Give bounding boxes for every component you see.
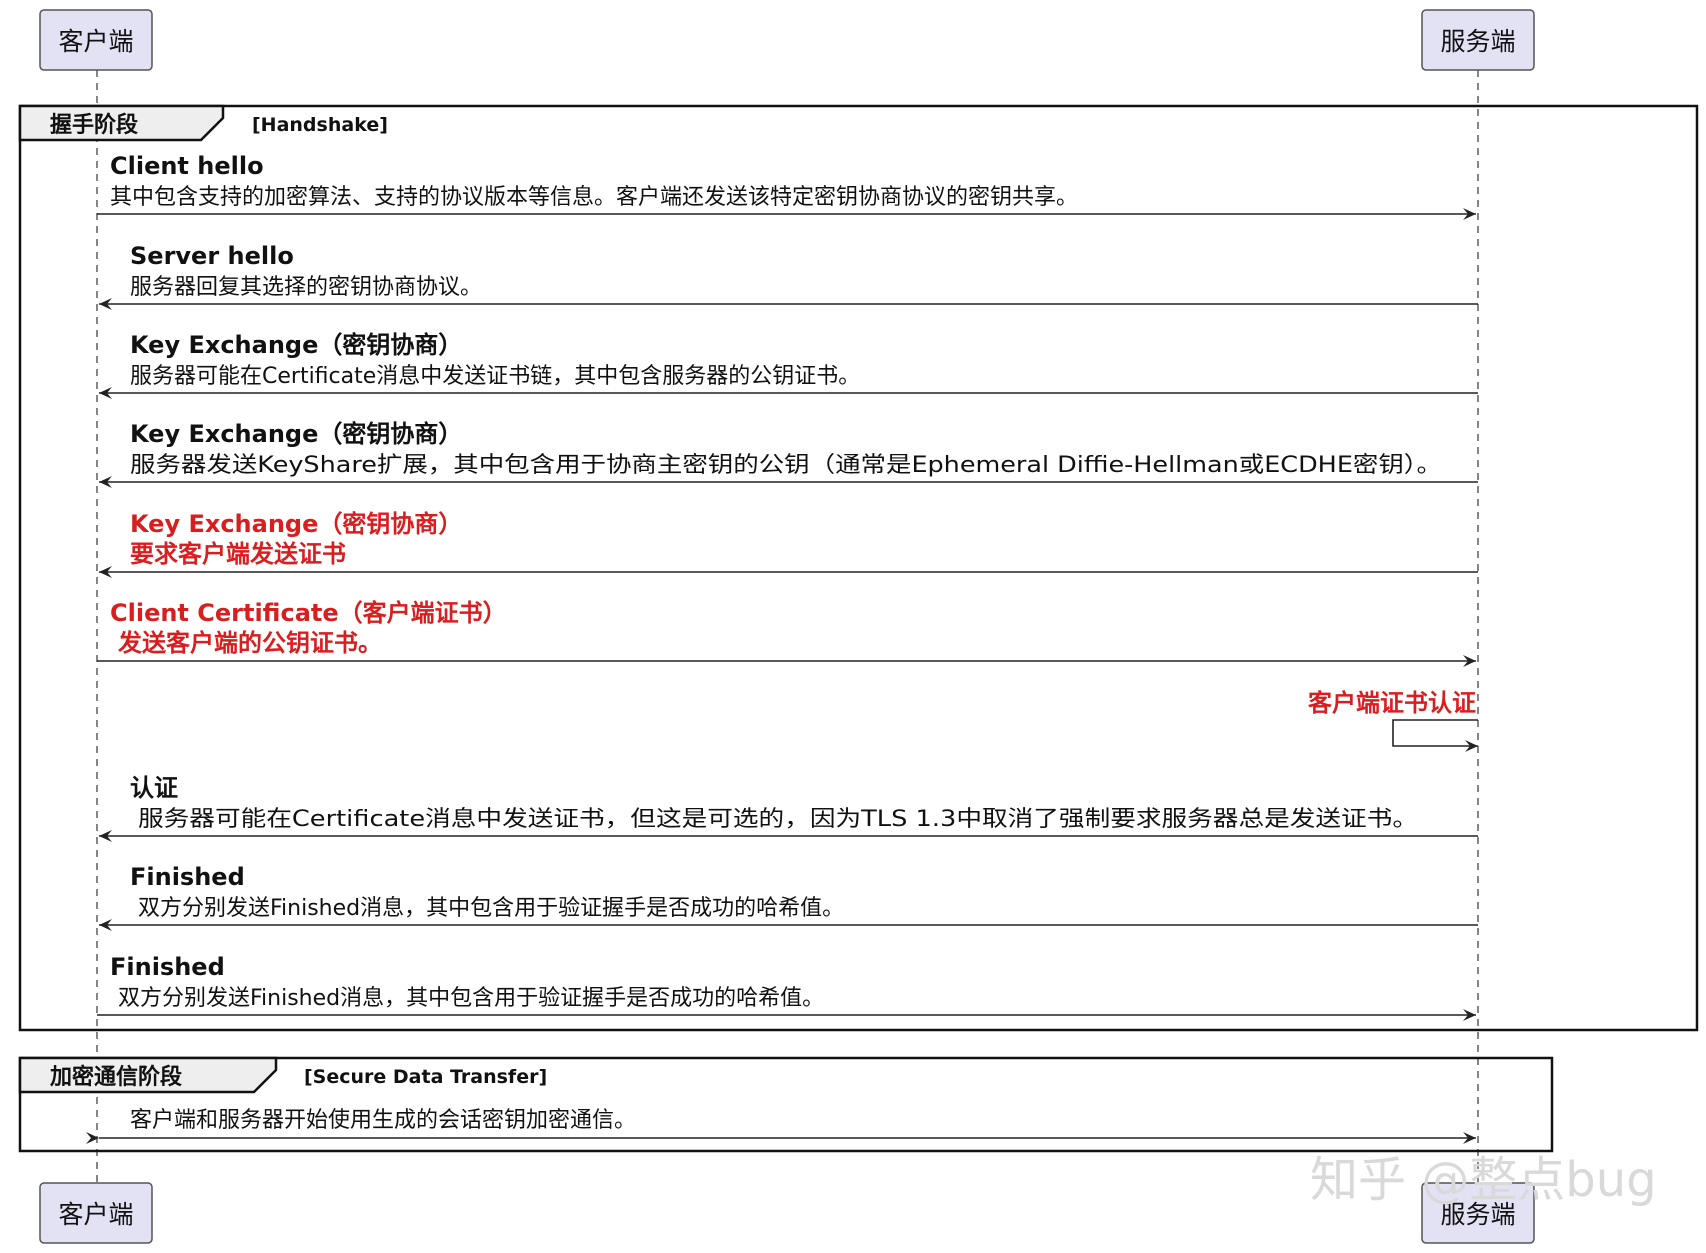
message-2: Key Exchange（密钥协商） 服务器可能在Certificate消息中发… bbox=[99, 331, 1478, 393]
message-body: 服务器可能在Certificate消息中发送证书链，其中包含服务器的公钥证书。 bbox=[130, 364, 860, 389]
message-title: Finished bbox=[110, 953, 225, 981]
message-body: 服务器可能在Certificate消息中发送证书，但这是可选的，因为TLS 1.… bbox=[138, 807, 1418, 832]
message-10-bidirectional: 客户端和服务器开始使用生成的会话密钥加密通信。 bbox=[99, 1108, 1476, 1138]
frame-secure-data-tag: [Secure Data Transfer] bbox=[304, 1066, 547, 1088]
message-title: 客户端证书认证 bbox=[1308, 689, 1476, 717]
watermark: 知乎 @整点bug bbox=[1310, 1152, 1657, 1208]
self-message-arrow bbox=[1393, 720, 1478, 746]
message-body: 发送客户端的公钥证书。 bbox=[117, 629, 382, 657]
frame-secure-data: 加密通信阶段 [Secure Data Transfer] bbox=[20, 1058, 1552, 1151]
message-title: Client hello bbox=[110, 152, 264, 180]
message-7: 认证 服务器可能在Certificate消息中发送证书，但这是可选的，因为TLS… bbox=[99, 774, 1478, 836]
message-6-self: 客户端证书认证 bbox=[1308, 689, 1478, 746]
message-title: Server hello bbox=[130, 242, 294, 270]
message-body: 其中包含支持的加密算法、支持的协议版本等信息。客户端还发送该特定密钥协商协议的密… bbox=[110, 185, 1078, 210]
message-title: Key Exchange（密钥协商） bbox=[130, 331, 462, 359]
message-title: Key Exchange（密钥协商） bbox=[130, 420, 462, 448]
frame-handshake-title: 握手阶段 bbox=[50, 112, 138, 138]
frame-handshake-tag: [Handshake] bbox=[252, 114, 388, 136]
participant-client-bottom: 客户端 bbox=[40, 1183, 152, 1243]
message-body: 客户端和服务器开始使用生成的会话密钥加密通信。 bbox=[130, 1108, 636, 1133]
message-1: Server hello 服务器回复其选择的密钥协商协议。 bbox=[99, 242, 1478, 304]
participant-client-label: 客户端 bbox=[58, 1200, 133, 1229]
message-5: Client Certificate（客户端证书） 发送客户端的公钥证书。 bbox=[97, 599, 1476, 661]
participant-server-top: 服务端 bbox=[1422, 10, 1534, 70]
participant-client-label: 客户端 bbox=[58, 27, 133, 56]
message-9: Finished 双方分别发送Finished消息，其中包含用于验证握手是否成功… bbox=[97, 953, 1476, 1015]
message-title: 认证 bbox=[130, 774, 178, 802]
message-body: 服务器回复其选择的密钥协商协议。 bbox=[130, 275, 482, 300]
sequence-diagram: 客户端 服务端 客户端 服务端 握手阶段 [Handshake] 加密通信阶段 … bbox=[0, 0, 1706, 1253]
message-3: Key Exchange（密钥协商） 服务器发送KeyShare扩展，其中包含用… bbox=[99, 420, 1478, 482]
message-body: 双方分别发送Finished消息，其中包含用于验证握手是否成功的哈希值。 bbox=[138, 896, 844, 921]
message-0: Client hello 其中包含支持的加密算法、支持的协议版本等信息。客户端还… bbox=[97, 152, 1476, 214]
message-title: Client Certificate（客户端证书） bbox=[110, 599, 507, 627]
frame-secure-data-title: 加密通信阶段 bbox=[49, 1064, 182, 1090]
message-4: Key Exchange（密钥协商） 要求客户端发送证书 bbox=[99, 510, 1478, 572]
message-body: 双方分别发送Finished消息，其中包含用于验证握手是否成功的哈希值。 bbox=[118, 986, 824, 1011]
message-title: Key Exchange（密钥协商） bbox=[130, 510, 462, 538]
message-8: Finished 双方分别发送Finished消息，其中包含用于验证握手是否成功… bbox=[99, 863, 1478, 925]
participant-client-top: 客户端 bbox=[40, 10, 152, 70]
message-body: 要求客户端发送证书 bbox=[130, 540, 346, 568]
message-title: Finished bbox=[130, 863, 245, 891]
participant-server-label: 服务端 bbox=[1440, 27, 1515, 56]
message-body: 服务器发送KeyShare扩展，其中包含用于协商主密钥的公钥（通常是Epheme… bbox=[130, 453, 1442, 478]
